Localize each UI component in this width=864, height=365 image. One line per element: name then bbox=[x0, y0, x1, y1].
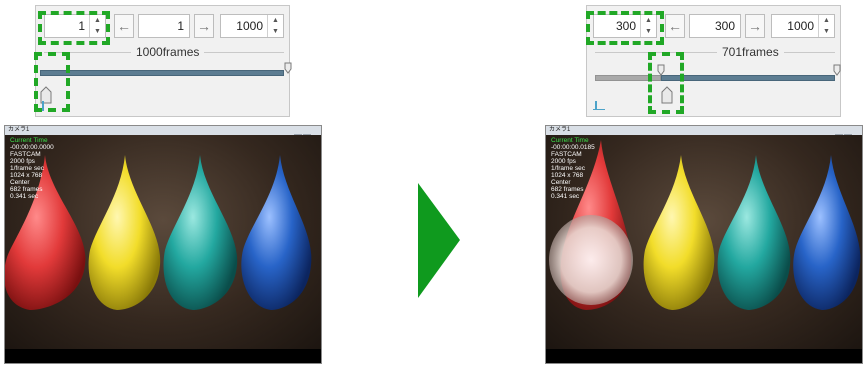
left-range-end-marker[interactable] bbox=[284, 62, 292, 74]
arrow-left-icon: ← bbox=[117, 18, 131, 34]
left-frames-label: 1000frames bbox=[131, 45, 205, 59]
right-current-frame-highlight bbox=[586, 11, 664, 45]
yellow-balloon bbox=[88, 155, 161, 310]
left-current-frame-highlight bbox=[38, 11, 110, 45]
spin-up-icon[interactable]: ▲ bbox=[268, 15, 283, 26]
info-line: 2000 fps bbox=[10, 158, 35, 165]
window-title: カメラ1 bbox=[8, 127, 30, 133]
spinner-arrows[interactable]: ▲ ▼ bbox=[818, 15, 834, 37]
arrow-left-icon: ← bbox=[668, 18, 682, 34]
teal-balloon bbox=[717, 155, 791, 310]
left-info-overlay: Current Time -00:00:00.0000 FASTCAM 2000… bbox=[10, 137, 54, 200]
info-line: 682 frames bbox=[551, 186, 584, 193]
left-prev-frame-button[interactable]: ← bbox=[114, 14, 134, 38]
left-playback-slider-track[interactable] bbox=[40, 70, 284, 76]
info-line: 0.341 sec bbox=[10, 193, 39, 200]
yellow-balloon bbox=[643, 155, 715, 310]
transition-arrow-icon bbox=[418, 183, 460, 298]
info-line: Current Time bbox=[551, 137, 589, 144]
right-range-end-marker[interactable] bbox=[833, 64, 841, 76]
arrow-right-icon: → bbox=[748, 18, 762, 34]
right-playback-slider-track[interactable] bbox=[661, 75, 835, 81]
right-info-overlay: Current Time -00:00:00.0185 FASTCAM 2000… bbox=[551, 137, 595, 200]
info-line: Center bbox=[10, 179, 30, 186]
info-line: 0.341 sec bbox=[551, 193, 580, 200]
info-line: 2000 fps bbox=[551, 158, 576, 165]
window-title: カメラ1 bbox=[549, 127, 571, 133]
right-frame-tick bbox=[595, 101, 597, 109]
right-total-frame-spinner[interactable]: 1000 ▲ ▼ bbox=[771, 14, 835, 38]
info-line: 682 frames bbox=[10, 186, 43, 193]
left-camera-window[interactable]: カメラ1 Current Time -00:00:00.0000 FASTCAM… bbox=[4, 125, 322, 364]
window-controls bbox=[293, 127, 319, 158]
right-goto-frame-field[interactable]: 300 bbox=[689, 14, 741, 38]
blue-balloon bbox=[793, 155, 861, 310]
left-goto-frame-field[interactable]: 1 bbox=[138, 14, 190, 38]
teal-balloon bbox=[163, 155, 238, 310]
right-frame-tick-base bbox=[593, 109, 605, 110]
left-next-frame-button[interactable]: → bbox=[194, 14, 214, 38]
blue-balloon bbox=[241, 155, 312, 310]
right-goto-frame-value: 300 bbox=[714, 19, 735, 33]
info-line: Center bbox=[551, 179, 571, 186]
window-titlebar[interactable]: カメラ1 bbox=[5, 126, 321, 158]
info-line: Current Time bbox=[10, 137, 48, 144]
window-titlebar[interactable]: カメラ1 bbox=[546, 126, 862, 158]
frames-divider bbox=[595, 52, 835, 53]
spin-down-icon[interactable]: ▼ bbox=[268, 26, 283, 37]
arrow-right-icon: → bbox=[197, 18, 211, 34]
right-total-frame-value: 1000 bbox=[787, 19, 814, 33]
info-line: 1/frame sec bbox=[551, 165, 585, 172]
left-total-frame-value: 1000 bbox=[236, 19, 263, 33]
info-line: FASTCAM bbox=[551, 151, 582, 158]
spinner-arrows[interactable]: ▲ ▼ bbox=[267, 15, 283, 37]
right-camera-window[interactable]: カメラ1 Current Time -00:00:00.0185 FASTCAM… bbox=[545, 125, 863, 364]
info-line: -00:00:00.0185 bbox=[551, 144, 595, 151]
info-line: 1/frame sec bbox=[10, 165, 44, 172]
info-line: FASTCAM bbox=[10, 151, 41, 158]
right-slider-thumb-highlight bbox=[648, 52, 684, 114]
right-prev-frame-button[interactable]: ← bbox=[665, 14, 685, 38]
info-line: -00:00:00.0000 bbox=[10, 144, 54, 151]
left-slider-thumb-highlight bbox=[34, 52, 70, 112]
window-controls bbox=[834, 127, 860, 158]
right-frames-label: 701frames bbox=[717, 45, 784, 59]
spin-down-icon[interactable]: ▼ bbox=[819, 26, 834, 37]
left-goto-frame-value: 1 bbox=[177, 19, 184, 33]
info-line: 1024 x 768 bbox=[551, 172, 584, 179]
info-line: 1024 x 768 bbox=[10, 172, 43, 179]
left-total-frame-spinner[interactable]: 1000 ▲ ▼ bbox=[220, 14, 284, 38]
spin-up-icon[interactable]: ▲ bbox=[819, 15, 834, 26]
right-next-frame-button[interactable]: → bbox=[745, 14, 765, 38]
water-splash bbox=[549, 215, 633, 305]
